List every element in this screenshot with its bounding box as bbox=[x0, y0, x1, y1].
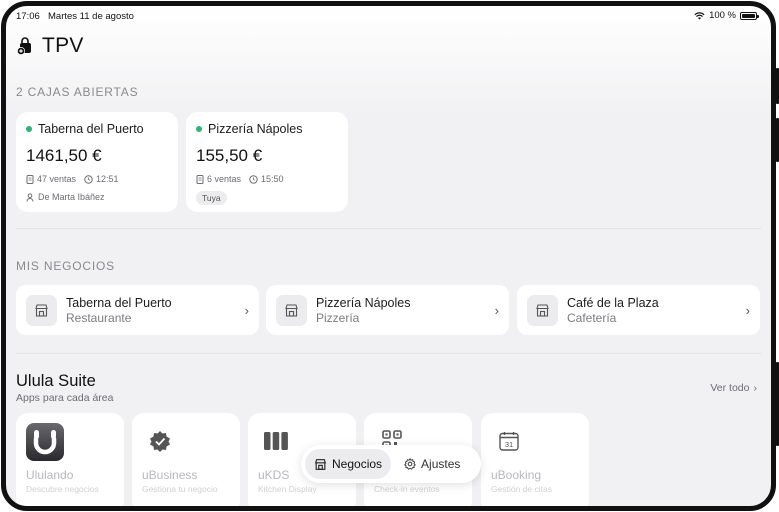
svg-text:31: 31 bbox=[505, 440, 513, 449]
register-name: Pizzería Nápoles bbox=[208, 122, 303, 136]
store-icon bbox=[314, 458, 327, 470]
register-opened-by: De Marta Ibáñez bbox=[38, 192, 105, 202]
app-header: TPV bbox=[16, 34, 84, 58]
store-icon bbox=[527, 294, 558, 326]
page-title: TPV bbox=[42, 34, 84, 57]
tab-label: Ajustes bbox=[421, 457, 461, 471]
chevron-right-icon: › bbox=[745, 302, 750, 318]
divider bbox=[16, 353, 761, 354]
suite-title: Ulula Suite bbox=[16, 372, 96, 390]
chevron-right-icon: › bbox=[753, 382, 758, 394]
see-all-label: Ver todo bbox=[710, 382, 750, 394]
app-name: Ululando bbox=[26, 468, 74, 482]
register-sales: 47 ventas bbox=[37, 174, 77, 184]
app-card-ubooking[interactable]: 31 uBooking Gestión de citas bbox=[481, 413, 589, 506]
verified-badge-icon bbox=[150, 431, 170, 452]
app-name: uKDS bbox=[258, 468, 290, 482]
receipt-icon bbox=[196, 174, 204, 184]
suite-subtitle: Apps para cada área bbox=[16, 392, 114, 404]
business-name: Taberna del Puerto bbox=[66, 295, 172, 310]
register-card[interactable]: Taberna del Puerto 1461,50 € 47 ventas 1… bbox=[16, 112, 178, 212]
register-amount: 155,50 € bbox=[196, 146, 263, 165]
status-dot bbox=[26, 126, 32, 132]
status-date: Martes 11 de agosto bbox=[48, 11, 134, 22]
store-icon bbox=[26, 294, 57, 326]
wifi-icon bbox=[694, 11, 705, 20]
status-bar: 17:06 Martes 11 de agosto 100 % bbox=[6, 6, 771, 28]
owner-tag: Tuya bbox=[196, 191, 227, 205]
app-name: uBooking bbox=[491, 468, 542, 482]
status-time: 17:06 bbox=[16, 11, 40, 22]
tab-ajustes[interactable]: Ajustes bbox=[395, 449, 469, 479]
status-right: 100 % bbox=[694, 10, 759, 21]
tab-negocios[interactable]: Negocios bbox=[305, 449, 392, 479]
business-type: Restaurante bbox=[66, 310, 132, 325]
business-name: Café de la Plaza bbox=[567, 295, 659, 310]
business-name: Pizzería Nápoles bbox=[316, 295, 411, 310]
bag-plus-icon bbox=[17, 37, 31, 55]
business-type: Cafetería bbox=[567, 310, 617, 325]
chevron-right-icon: › bbox=[244, 302, 249, 318]
store-icon bbox=[276, 294, 307, 326]
app-desc: Gestiona tu negocio bbox=[142, 484, 218, 494]
app-desc: Descubre negocios bbox=[26, 484, 99, 494]
business-row[interactable]: Taberna del Puerto Restaurante › bbox=[16, 285, 259, 335]
see-all-link[interactable]: Ver todo › bbox=[710, 382, 757, 394]
register-sales: 6 ventas bbox=[207, 174, 242, 184]
app-desc: Kitchen Display bbox=[258, 484, 317, 494]
battery-icon bbox=[740, 11, 759, 20]
app-name: uBusiness bbox=[142, 468, 198, 482]
business-row[interactable]: Café de la Plaza Cafetería › bbox=[517, 285, 760, 335]
battery-percent: 100 % bbox=[709, 10, 736, 21]
columns-icon bbox=[264, 432, 288, 450]
chevron-right-icon: › bbox=[494, 302, 499, 318]
business-type: Pizzería bbox=[316, 310, 360, 325]
register-card[interactable]: Pizzería Nápoles 155,50 € 6 ventas 15:50… bbox=[186, 112, 348, 212]
business-row[interactable]: Pizzería Nápoles Pizzería › bbox=[266, 285, 509, 335]
open-registers-label: 2 CAJAS ABIERTAS bbox=[16, 85, 139, 99]
register-amount: 1461,50 € bbox=[26, 146, 102, 165]
app-desc: Check-in eventos bbox=[374, 484, 440, 494]
clock-icon bbox=[84, 174, 93, 184]
ululando-logo-icon bbox=[26, 423, 64, 461]
register-name: Taberna del Puerto bbox=[38, 122, 144, 136]
businesses-label: MIS NEGOCIOS bbox=[16, 259, 115, 273]
status-dot bbox=[196, 126, 202, 132]
device-frame: 17:06 Martes 11 de agosto 100 % TPV 2 CA… bbox=[1, 1, 776, 511]
person-icon bbox=[26, 192, 34, 202]
clock-icon bbox=[249, 174, 258, 184]
register-time: 15:50 bbox=[261, 174, 284, 184]
receipt-icon bbox=[26, 174, 34, 184]
divider bbox=[16, 228, 761, 229]
tab-bar: Negocios Ajustes bbox=[301, 445, 481, 483]
register-time: 12:51 bbox=[96, 174, 119, 184]
app-card-ululando[interactable]: Ululando Descubre negocios bbox=[16, 413, 124, 506]
app-desc: Gestión de citas bbox=[491, 484, 552, 494]
app-card-ubusiness[interactable]: uBusiness Gestiona tu negocio bbox=[132, 413, 240, 506]
calendar-icon: 31 bbox=[499, 432, 519, 451]
gear-icon bbox=[404, 458, 416, 470]
tab-label: Negocios bbox=[332, 457, 383, 471]
